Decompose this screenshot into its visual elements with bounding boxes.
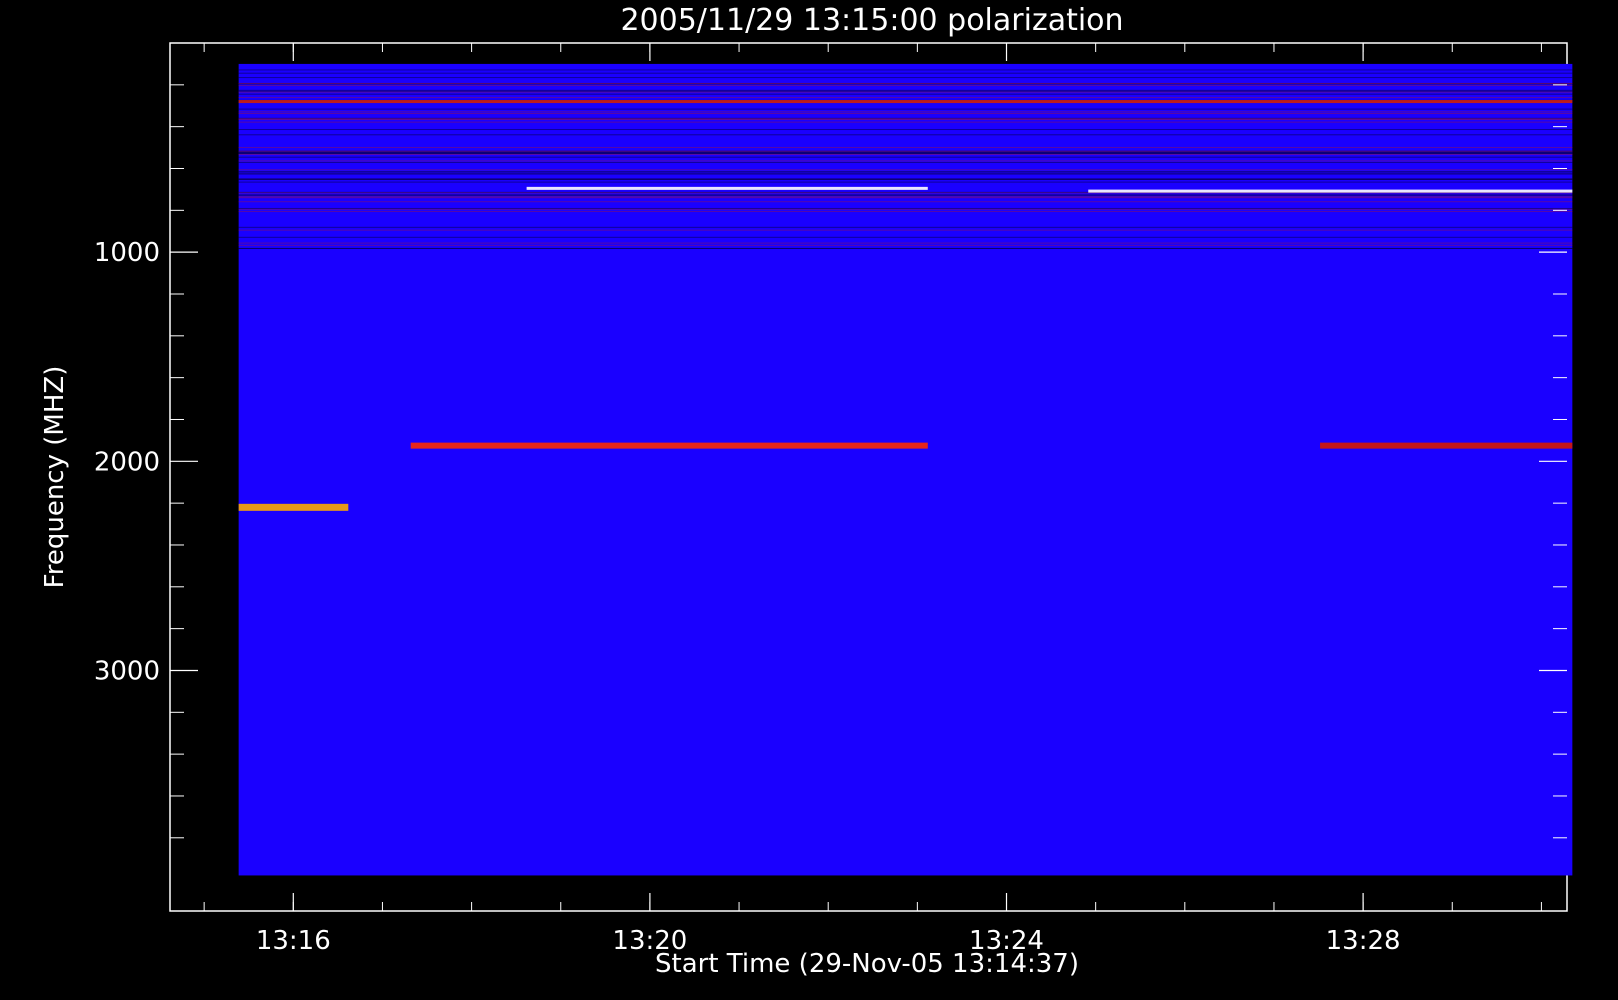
noise-line: [238, 72, 1573, 74]
noise-line: [238, 113, 1573, 115]
chart-title: 2005/11/29 13:15:00 polarization: [620, 3, 1123, 38]
noise-line: [238, 196, 1573, 198]
noise-line: [238, 161, 1573, 163]
y-axis-label: Frequency (MHZ): [40, 366, 70, 589]
noise-line: [238, 210, 1573, 212]
spectrogram-chart: 2005/11/29 13:15:00 polarization 13:16 13…: [40, 3, 1573, 979]
noise-line: [238, 201, 1573, 203]
noise-line: [238, 108, 1573, 110]
feature-strong-line: [1088, 189, 1573, 193]
noise-line: [238, 169, 1573, 171]
noise-line: [238, 178, 1573, 180]
noise-line: [238, 83, 1573, 85]
noise-line: [238, 111, 1573, 113]
noise-line: [238, 150, 1573, 152]
noise-line: [238, 194, 1573, 196]
noise-line: [238, 172, 1573, 174]
y-tick-label: 2000: [94, 447, 160, 477]
noise-line: [238, 160, 1573, 162]
feature-strong-line: [526, 186, 928, 190]
noise-line: [238, 236, 1573, 238]
noise-line: [238, 153, 1573, 155]
noise-line: [238, 151, 1573, 153]
noise-line: [238, 69, 1573, 71]
noise-line: [238, 156, 1573, 158]
x-axis-label: Start Time (29-Nov-05 13:14:37): [655, 949, 1079, 979]
noise-line: [238, 181, 1573, 183]
y-tick-label: 3000: [94, 656, 160, 686]
noise-line: [238, 118, 1573, 120]
noise-line: [238, 242, 1573, 244]
noise-line: [238, 129, 1573, 131]
noise-line: [238, 197, 1573, 199]
x-tick-label: 13:28: [1326, 926, 1401, 956]
noise-line: [238, 97, 1573, 99]
feature-emission-band: [1320, 442, 1573, 449]
noise-line: [238, 229, 1573, 231]
y-tick-label: 1000: [94, 238, 160, 268]
noise-line: [238, 171, 1573, 173]
noise-line: [238, 226, 1573, 228]
feature-interference-band: [238, 100, 1573, 104]
noise-line: [238, 152, 1573, 154]
noise-line: [238, 244, 1573, 246]
noise-line: [238, 89, 1573, 91]
noise-line: [238, 84, 1573, 86]
noise-line: [238, 93, 1573, 95]
noise-line: [238, 77, 1573, 79]
noise-line: [238, 147, 1573, 149]
noise-line: [238, 173, 1573, 175]
heatmap-area: [238, 63, 1573, 876]
feature-burst: [238, 503, 349, 511]
noise-line: [238, 121, 1573, 123]
x-tick-label: 13:16: [256, 926, 331, 956]
noise-line: [238, 91, 1573, 93]
noise-line: [238, 208, 1573, 210]
feature-emission-band: [410, 442, 928, 449]
noise-line: [238, 247, 1573, 249]
noise-line: [238, 134, 1573, 136]
heatmap-background: [238, 63, 1573, 876]
